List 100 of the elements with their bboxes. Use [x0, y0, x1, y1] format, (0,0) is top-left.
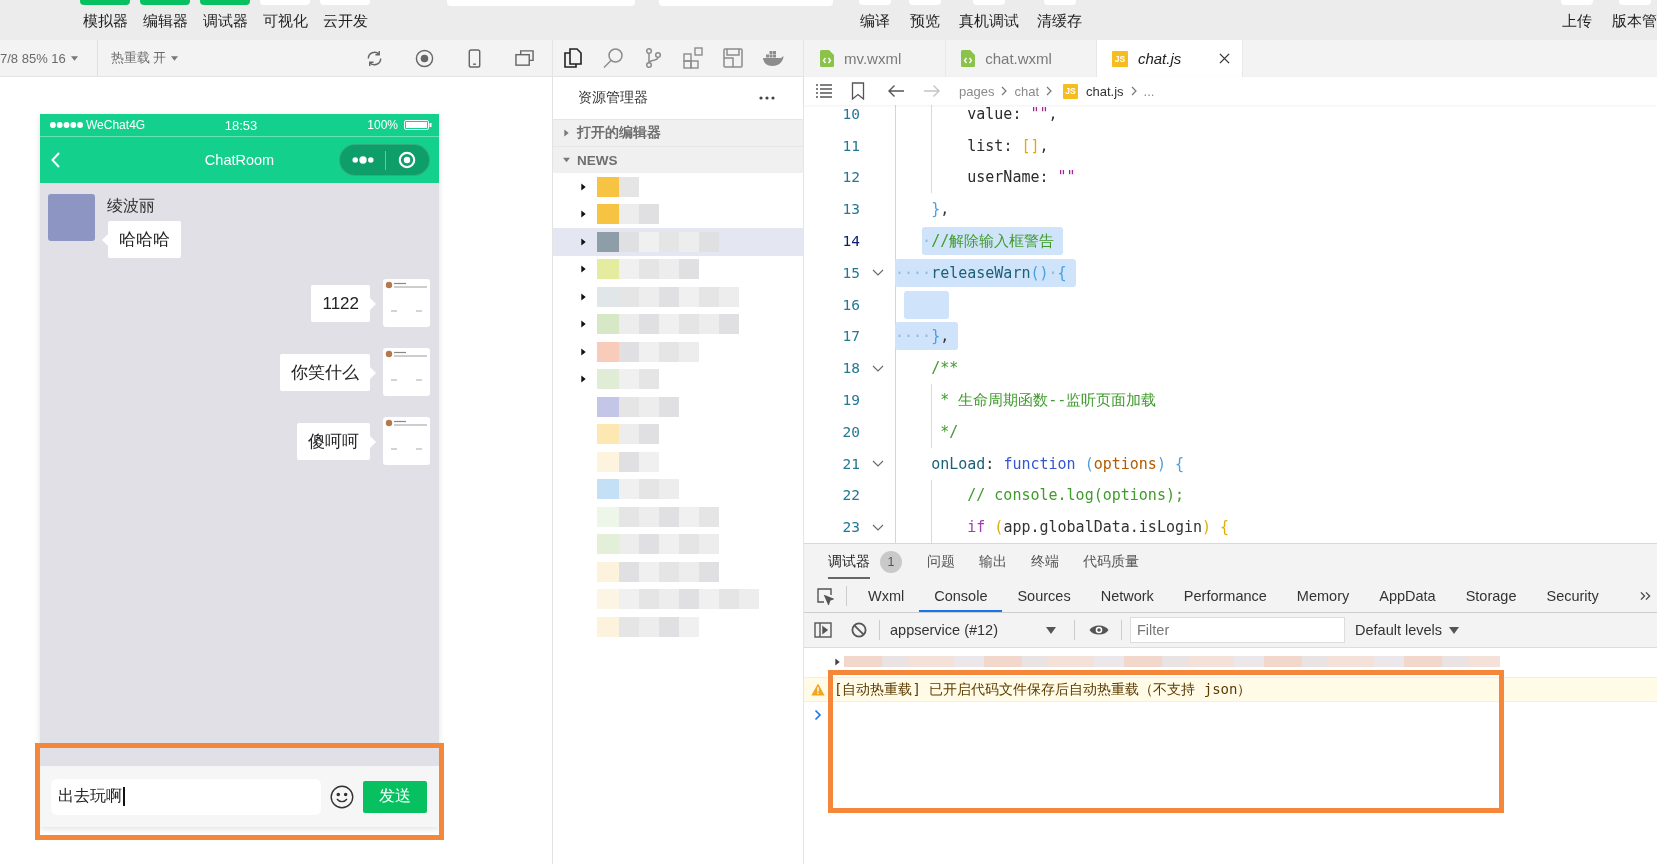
chevron-right-icon — [1046, 86, 1052, 96]
chevron-down-icon[interactable] — [871, 364, 884, 372]
caret-icon — [171, 55, 179, 61]
panel-tab[interactable]: 输出 — [979, 544, 1007, 579]
sidebar-icon[interactable] — [814, 622, 832, 638]
toolbar-button[interactable]: 编译 — [859, 0, 891, 30]
code-file-icon — [961, 50, 976, 67]
devtools-tab[interactable]: Performance — [1168, 579, 1282, 612]
toolbar-button[interactable]: 云开发 — [320, 0, 370, 30]
chevron-right-icon — [1130, 86, 1137, 96]
line-number: 17 — [841, 328, 860, 345]
more-icon[interactable] — [759, 96, 775, 100]
avatar-thumbnail — [383, 348, 430, 396]
smiley-icon[interactable] — [330, 784, 355, 809]
panel-tab[interactable]: 终端 — [1031, 544, 1059, 579]
filter-field[interactable]: Filter — [1130, 617, 1345, 643]
code-line: }, — [931, 199, 950, 221]
search-icon[interactable] — [602, 47, 624, 69]
record-icon[interactable] — [415, 48, 435, 68]
list-icon[interactable] — [815, 83, 833, 99]
pixelated-filename — [619, 176, 639, 197]
layout-icon[interactable] — [722, 47, 744, 69]
bookmark-icon[interactable] — [851, 82, 865, 100]
code-line: onLoad: function (options) { — [931, 453, 1184, 475]
line-number: 13 — [841, 201, 860, 218]
toolbar-button[interactable]: 预览 — [909, 0, 941, 30]
count-badge: 1 — [880, 550, 902, 573]
toolbar-button[interactable]: 上传 — [1561, 0, 1593, 30]
line-number: 14 — [841, 233, 860, 250]
extensions-icon[interactable] — [682, 47, 704, 69]
devtools-tab[interactable]: Sources — [1002, 579, 1086, 612]
line-number: 18 — [841, 360, 860, 377]
devtools-tab[interactable]: Wxml — [853, 579, 920, 612]
code-line: * 生命周期函数--监听页面加载 — [940, 390, 1157, 412]
pixelated-filename — [619, 369, 659, 390]
hot-reload-dropdown[interactable]: 热重载 开 — [110, 47, 179, 69]
breadcrumb-item[interactable]: pages — [959, 83, 995, 99]
message-input[interactable]: 出去玩啊 — [51, 778, 322, 815]
line-number: 10 — [841, 105, 860, 122]
line-number: 21 — [841, 455, 860, 472]
tree-item[interactable] — [553, 228, 803, 256]
chevron-down-icon[interactable] — [871, 269, 884, 277]
code-line: /** — [931, 358, 959, 380]
toolbar-button[interactable]: 版本管 — [1612, 0, 1657, 30]
panel-tab[interactable]: 代码质量 — [1083, 544, 1139, 579]
avatar-thumbnail — [383, 279, 430, 327]
window-stack-icon[interactable] — [515, 48, 535, 68]
section-header[interactable]: NEWS — [553, 146, 803, 173]
levels-dropdown[interactable]: Default levels — [1355, 622, 1460, 638]
line-number: 12 — [841, 169, 860, 186]
expand-triangle-icon[interactable] — [834, 657, 841, 666]
pixelated-filename — [619, 396, 679, 417]
caret-icon — [1449, 626, 1460, 634]
toolbar-button[interactable]: 可视化 — [260, 0, 310, 30]
editor-tab[interactable]: JS chat.js — [1096, 40, 1244, 77]
back-chevron-icon[interactable] — [51, 152, 60, 168]
chevron-down-icon[interactable] — [871, 460, 884, 468]
warning-text: [自动热重载] 已开启代码文件保存后自动热重载（不支持 json） — [834, 680, 1252, 699]
devtools-tab[interactable]: Memory — [1281, 579, 1365, 612]
breadcrumb-item[interactable]: ... — [1143, 83, 1155, 99]
status-time: 18:53 — [224, 117, 258, 133]
context-dropdown[interactable]: appservice (#12) — [886, 622, 1062, 638]
inspect-icon[interactable] — [816, 586, 834, 605]
clear-icon[interactable] — [851, 622, 867, 638]
battery-percent: 100% — [367, 118, 398, 132]
back-arrow-icon[interactable] — [887, 84, 905, 98]
code-line: */ — [940, 421, 959, 443]
avatar-photo — [48, 194, 95, 241]
breadcrumb-item[interactable]: chat — [1014, 83, 1039, 99]
code-line: // console.log(options); — [967, 485, 1184, 507]
line-number: 20 — [841, 423, 860, 440]
toolbar-button[interactable]: 调试器 — [200, 0, 250, 30]
caret-icon — [1046, 626, 1056, 634]
js-file-badge: JS — [1063, 83, 1078, 99]
code-line: list: [], — [967, 135, 1049, 157]
devtools-tab[interactable]: Security — [1531, 579, 1614, 612]
pixelated-filename — [619, 204, 659, 225]
code-file-icon — [820, 50, 834, 67]
devtools-tab[interactable]: Storage — [1450, 579, 1532, 612]
devtools-tab[interactable]: AppData — [1364, 579, 1451, 612]
panel-tab[interactable]: 问题 — [927, 544, 955, 579]
toolbar-button[interactable]: 清缓存 — [1037, 0, 1082, 30]
breadcrumb-item[interactable]: chat.js — [1086, 83, 1124, 99]
pixelated-filename — [619, 424, 659, 445]
device-dropdown[interactable]: 7/8 85% 16 — [0, 47, 78, 69]
files-icon[interactable] — [562, 47, 584, 69]
caret-icon — [70, 55, 78, 61]
eye-icon[interactable] — [1089, 624, 1109, 636]
toolbar-button[interactable]: 真机调试 — [959, 0, 1019, 30]
pixelated-filename — [619, 479, 679, 500]
chevron-down-icon[interactable] — [871, 523, 884, 531]
devtools-tab[interactable]: Network — [1085, 579, 1169, 612]
line-number: 16 — [841, 296, 860, 313]
close-icon[interactable] — [1219, 53, 1231, 64]
section-header[interactable]: 打开的编辑器 — [553, 119, 803, 146]
code-line: userName: "" — [967, 167, 1076, 189]
toolbar-button[interactable]: 模拟器 — [80, 0, 130, 30]
pixelated-filename — [619, 451, 659, 472]
double-chevron-icon[interactable] — [1640, 590, 1651, 601]
toolbar-button[interactable]: 编辑器 — [140, 0, 190, 30]
